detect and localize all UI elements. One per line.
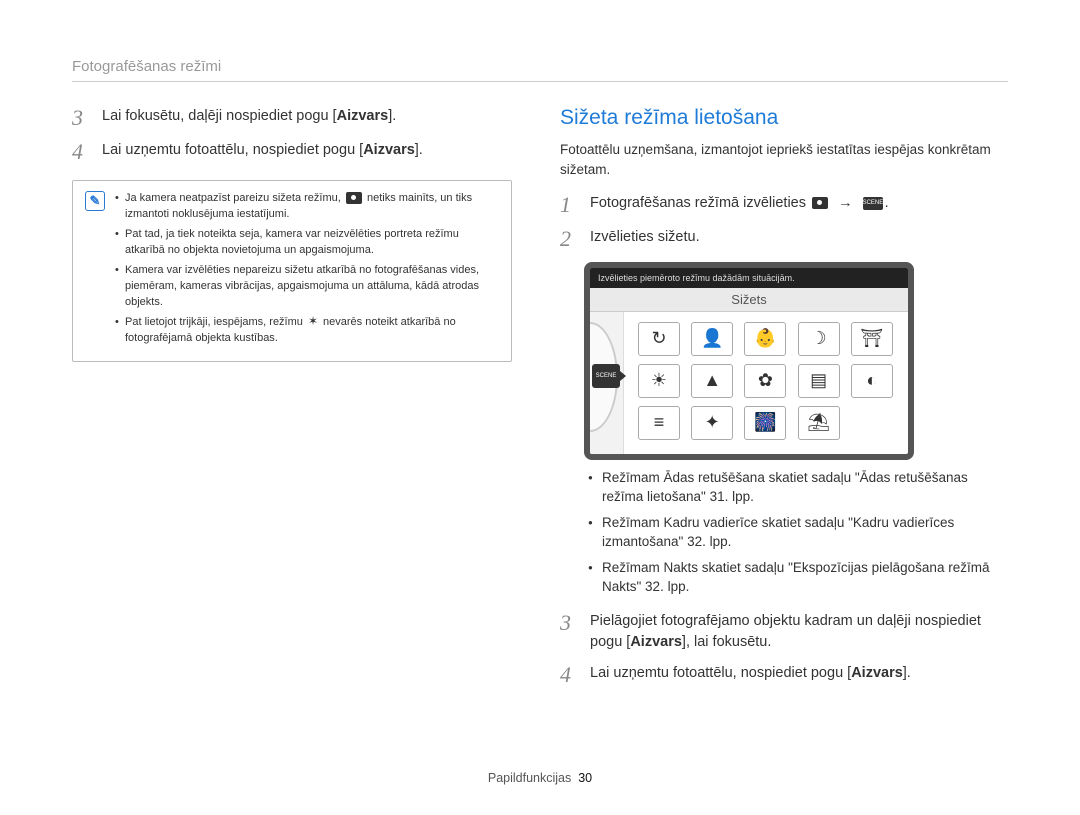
- scene-option[interactable]: ⛩: [851, 322, 893, 356]
- breadcrumb: Fotografēšanas režīmi: [72, 58, 1008, 82]
- right-column: Sižeta režīma lietošana Fotoattēlu uzņem…: [560, 106, 1008, 697]
- section-intro: Fotoattēlu uzņemšana, izmantojot iepriek…: [560, 140, 1008, 179]
- step-item: 4 Lai uzņemtu fotoattēlu, nospiediet pog…: [560, 663, 1008, 687]
- bullet-item: Režīmam Nakts skatiet sadaļu "Ekspozīcij…: [588, 558, 1008, 597]
- section-heading: Sižeta režīma lietošana: [560, 106, 1008, 130]
- step-item: 4 Lai uzņemtu fotoattēlu, nospiediet pog…: [72, 140, 512, 164]
- bullet-item: Režīmam Kadru vadierīce skatiet sadaļu "…: [588, 513, 1008, 552]
- smart-auto-icon: [346, 192, 362, 204]
- scene-option[interactable]: ☀: [638, 364, 680, 398]
- step-item: 3 Lai fokusētu, daļēji nospiediet pogu […: [72, 106, 512, 130]
- scene-option[interactable]: ⛱: [798, 406, 840, 440]
- scene-option[interactable]: ▲: [691, 364, 733, 398]
- screen-body: SCENE ↻ 👤 👶 ☽ ⛩ ☀ ▲ ✿ ▤ ◐: [590, 312, 908, 454]
- scene-option[interactable]: 🎆: [744, 406, 786, 440]
- dial-selected-scene: SCENE: [592, 364, 620, 388]
- footer-label: Papildfunkcijas: [488, 771, 571, 785]
- note-item: Kamera var izvēlēties nepareizu sižetu a…: [115, 263, 499, 311]
- step-number: 4: [560, 663, 578, 687]
- two-column-layout: 3 Lai fokusētu, daļēji nospiediet pogu […: [72, 106, 1008, 697]
- scene-option[interactable]: ▤: [798, 364, 840, 398]
- note-item: Ja kamera neatpazīst pareizu sižeta režī…: [115, 191, 499, 223]
- mode-dial: SCENE: [590, 312, 624, 454]
- page-content: Fotografēšanas režīmi 3 Lai fokusētu, da…: [0, 0, 1080, 697]
- step-number: 2: [560, 227, 578, 251]
- step-number: 3: [72, 106, 90, 130]
- note-box: ✎ Ja kamera neatpazīst pareizu sižeta re…: [72, 180, 512, 361]
- left-column: 3 Lai fokusētu, daļēji nospiediet pogu […: [72, 106, 512, 697]
- scene-option[interactable]: 👤: [691, 322, 733, 356]
- scene-option[interactable]: ✦: [691, 406, 733, 440]
- page-number: 30: [578, 771, 592, 785]
- step-number: 1: [560, 193, 578, 217]
- scene-option[interactable]: ↻: [638, 322, 680, 356]
- note-item: Pat tad, ja tiek noteikta seja, kamera v…: [115, 227, 499, 259]
- scene-option[interactable]: ≡: [638, 406, 680, 440]
- screen-hint-bar: Izvēlieties piemēroto režīmu dažādām sit…: [590, 268, 908, 288]
- scene-option[interactable]: 👶: [744, 322, 786, 356]
- note-list: Ja kamera neatpazīst pareizu sižeta režī…: [115, 191, 499, 350]
- step-text: Fotografēšanas režīmā izvēlieties → SCEN…: [590, 193, 889, 217]
- scene-option[interactable]: ☽: [798, 322, 840, 356]
- note-item: Pat lietojot trijkāji, iespējams, režīmu…: [115, 315, 499, 347]
- step-item: 1 Fotografēšanas režīmā izvēlieties → SC…: [560, 193, 1008, 217]
- step-text: Lai uzņemtu fotoattēlu, nospiediet pogu …: [590, 663, 911, 687]
- tripod-icon: [308, 315, 318, 329]
- scene-option[interactable]: ✿: [744, 364, 786, 398]
- scene-mode-icon: SCENE: [863, 197, 883, 210]
- step-text: Lai fokusētu, daļēji nospiediet pogu [Ai…: [102, 106, 396, 130]
- bullet-item: Režīmam Ādas retušēšana skatiet sadaļu "…: [588, 468, 1008, 507]
- arrow-icon: →: [838, 195, 853, 211]
- note-icon: ✎: [85, 191, 105, 211]
- screen-title: Sižets: [590, 288, 908, 312]
- scene-grid: ↻ 👤 👶 ☽ ⛩ ☀ ▲ ✿ ▤ ◐ ≡ ✦ 🎆 ⛱: [624, 312, 908, 454]
- step-item: 2 Izvēlieties sižetu.: [560, 227, 1008, 251]
- step-text: Izvēlieties sižetu.: [590, 227, 700, 251]
- step-number: 3: [560, 611, 578, 653]
- step-text: Pielāgojiet fotografējamo objektu kadram…: [590, 611, 1008, 653]
- chevron-right-icon: [620, 371, 626, 381]
- page-footer: Papildfunkcijas 30: [0, 771, 1080, 785]
- camera-mode-icon: [812, 197, 828, 209]
- step-item: 3 Pielāgojiet fotografējamo objektu kadr…: [560, 611, 1008, 653]
- device-screen-illustration: Izvēlieties piemēroto režīmu dažādām sit…: [584, 262, 914, 460]
- reference-bullets: Režīmam Ādas retušēšana skatiet sadaļu "…: [588, 468, 1008, 597]
- step-number: 4: [72, 140, 90, 164]
- scene-option[interactable]: ◐: [851, 364, 893, 398]
- step-text: Lai uzņemtu fotoattēlu, nospiediet pogu …: [102, 140, 423, 164]
